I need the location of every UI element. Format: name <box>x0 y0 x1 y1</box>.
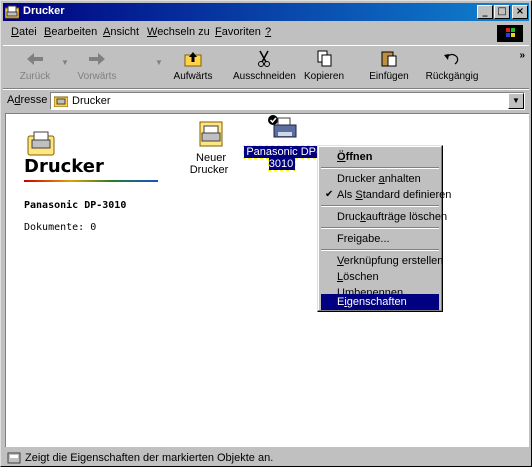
folder-view: Drucker Panasonic DP-3010 Dokumente: 0 N… <box>5 113 529 447</box>
selected-printer-name: Panasonic DP-3010 <box>24 200 127 211</box>
address-dropdown-button[interactable]: ▼ <box>508 93 524 109</box>
menu-open[interactable]: Öffnen <box>321 149 439 165</box>
forward-dropdown-icon[interactable]: ▼ <box>155 58 163 67</box>
title-bar[interactable]: Drucker _ □ × <box>3 3 529 21</box>
menu-separator <box>321 167 439 169</box>
menu-separator <box>321 249 439 251</box>
menu-separator <box>321 205 439 207</box>
address-field[interactable]: Drucker ▼ <box>50 92 525 110</box>
printers-folder-icon <box>54 96 68 107</box>
menu-ansicht[interactable]: Ansicht <box>103 26 139 38</box>
up-folder-icon <box>184 52 202 67</box>
menu-create-shortcut[interactable]: Verknüpfung erstellen <box>321 253 443 269</box>
menu-purge-documents[interactable]: Druckaufträge löschen <box>321 209 447 225</box>
menu-separator <box>321 227 439 229</box>
close-button[interactable]: × <box>512 5 528 19</box>
undo-button[interactable]: Rückgängig <box>423 49 481 82</box>
printers-folder-icon <box>5 5 19 19</box>
menu-bar: Datei Bearbeiten Ansicht Wechseln zu Fav… <box>3 23 529 43</box>
menu-delete[interactable]: Löschen <box>321 269 439 285</box>
item-label: Neuer Drucker <box>189 152 229 176</box>
status-text: Zeigt die Eigenschaften der markierten O… <box>25 452 274 464</box>
printer-item-panasonic[interactable]: Panasonic DP-3010 <box>236 112 328 171</box>
undo-icon <box>444 53 459 65</box>
document-count: Dokumente: 0 <box>24 222 97 233</box>
paste-icon <box>381 51 397 67</box>
panel-title: Drucker <box>24 156 104 177</box>
standard-toolbar: Zurück ▼ Vorwärts ▼ Aufwärts Ausschneide… <box>3 45 529 89</box>
menu-favoriten[interactable]: Favoriten <box>215 26 261 38</box>
scissors-icon <box>258 50 270 67</box>
menu-set-default[interactable]: ✔ Als Standard definieren <box>321 187 451 203</box>
paste-button[interactable]: Einfügen <box>365 49 413 82</box>
minimize-button[interactable]: _ <box>477 5 493 19</box>
address-bar: Adresse Drucker ▼ <box>3 89 529 111</box>
menu-sharing[interactable]: Freigabe... <box>321 231 439 247</box>
forward-button[interactable]: Vorwärts <box>71 49 123 82</box>
window-title: Drucker <box>23 5 65 17</box>
check-icon: ✔ <box>325 189 334 200</box>
menu-wechseln-zu[interactable]: Wechseln zu <box>147 26 210 38</box>
menu-bearbeiten[interactable]: Bearbeiten <box>44 26 97 38</box>
menu-properties[interactable]: Eigenschaften <box>321 294 439 310</box>
maximize-button[interactable]: □ <box>494 5 510 19</box>
menu-datei[interactable]: Datei <box>11 26 37 38</box>
copy-icon <box>317 50 332 67</box>
menu-help[interactable]: ? <box>265 26 271 38</box>
item-label: Panasonic DP-3010 <box>243 145 321 171</box>
back-dropdown-icon[interactable]: ▼ <box>61 58 69 67</box>
add-printer-icon <box>199 121 223 147</box>
context-menu: Öffnen Drucker anhalten ✔ Als Standard de… <box>317 145 451 312</box>
address-label: Adresse <box>7 94 48 106</box>
status-printer-icon <box>7 452 21 464</box>
forward-arrow-icon <box>89 53 105 65</box>
web-view-panel: Drucker Panasonic DP-3010 Dokumente: 0 <box>6 114 166 447</box>
explorer-window: Drucker _ □ × Datei Bearbeiten Ansicht W… <box>0 0 532 467</box>
windows-logo-icon <box>497 25 523 42</box>
default-printer-icon <box>268 115 297 138</box>
back-button[interactable]: Zurück <box>13 49 57 82</box>
title-divider <box>24 180 158 182</box>
toolbar-more-button[interactable]: » <box>519 50 525 61</box>
printers-folder-icon <box>27 131 55 156</box>
up-button[interactable]: Aufwärts <box>167 49 219 82</box>
add-printer-item[interactable]: Neuer Drucker <box>176 118 244 176</box>
copy-button[interactable]: Kopieren <box>301 49 347 82</box>
status-bar: Zeigt die Eigenschaften der markierten O… <box>3 450 529 466</box>
cut-button[interactable]: Ausschneiden <box>233 49 296 82</box>
address-value: Drucker <box>72 95 111 107</box>
menu-pause-printer[interactable]: Drucker anhalten <box>321 171 439 187</box>
back-arrow-icon <box>27 53 43 65</box>
